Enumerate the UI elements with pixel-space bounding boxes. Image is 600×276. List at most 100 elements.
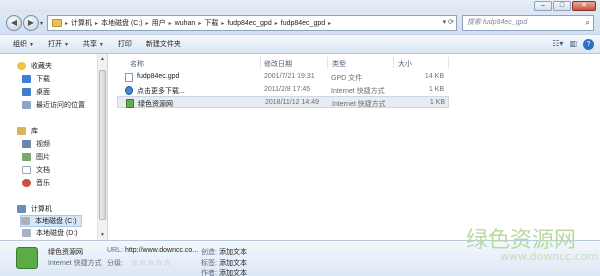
breadcrumb-users[interactable]: 用户 — [152, 18, 166, 28]
table-row[interactable]: 绿色资源网 2018/11/12 14:49 Internet 快捷方式 1 K… — [117, 96, 449, 108]
address-actions: ▾ ⟳ — [443, 18, 454, 26]
drive-icon — [22, 229, 31, 237]
search-input[interactable]: 搜索 fudp84ec_gpd ⌕ — [462, 15, 594, 31]
preview-pane-icon[interactable]: ▥ — [569, 39, 577, 50]
nav-favorites[interactable]: 收藏夹 — [17, 61, 52, 71]
nav-label: 本地磁盘 (D:) — [36, 230, 78, 237]
column-date[interactable]: 修改日期 — [264, 59, 292, 69]
nav-label: 最近访问的位置 — [36, 102, 85, 109]
author-label: 作者: — [201, 270, 217, 276]
column-divider[interactable] — [327, 57, 328, 68]
maximize-button[interactable]: □ — [553, 1, 571, 11]
file-name: fudp84ec.gpd — [137, 73, 180, 80]
rating-label: 分级: — [107, 260, 123, 267]
nav-drive-c[interactable]: 本地磁盘 (C:) — [20, 215, 82, 227]
column-divider[interactable] — [393, 57, 394, 68]
chevron-down-icon: ▼ — [29, 42, 34, 48]
refresh-icon[interactable]: ⟳ — [448, 18, 454, 26]
scrollbar-thumb[interactable] — [99, 70, 106, 220]
print-button[interactable]: 打印 — [118, 39, 132, 49]
picture-icon — [22, 153, 31, 161]
help-icon[interactable]: ? — [583, 39, 594, 50]
arrow-right-icon: ▶ — [27, 18, 35, 27]
column-divider[interactable] — [260, 57, 261, 68]
nav-drive-d[interactable]: 本地磁盘 (D:) — [22, 228, 78, 238]
author-value[interactable]: 添加文本 — [219, 268, 247, 276]
nav-label: 图片 — [36, 154, 50, 161]
minimize-button[interactable]: – — [534, 1, 552, 11]
history-dropdown-icon[interactable]: ▾ — [40, 20, 43, 27]
folder-icon — [52, 19, 62, 27]
nav-downloads[interactable]: 下载 — [22, 74, 50, 84]
downloads-folder-icon — [22, 75, 31, 83]
tags-value[interactable]: 添加文本 — [219, 258, 247, 268]
breadcrumb-drive-c[interactable]: 本地磁盘 (C:) — [101, 18, 143, 28]
address-dropdown-icon[interactable]: ▾ — [443, 18, 447, 26]
file-icon — [125, 73, 133, 82]
file-list: 名称 修改日期 类型 大小 fudp84ec.gpd 2001/7/21 19:… — [108, 54, 600, 240]
new-folder-button[interactable]: 新建文件夹 — [146, 39, 181, 49]
computer-icon — [17, 205, 26, 213]
breadcrumb-user[interactable]: wuhan — [175, 20, 196, 27]
desktop-icon — [22, 88, 31, 96]
navigation-scrollbar[interactable]: ▲ ▼ — [97, 54, 107, 240]
breadcrumb-downloads[interactable]: 下载 — [204, 18, 218, 28]
breadcrumb-folder-1[interactable]: fudp84ec_gpd — [227, 20, 271, 27]
breadcrumb-folder-2[interactable]: fudp84ec_gpd — [281, 20, 325, 27]
table-row[interactable]: 点击更多下载... 2011/2/8 17:45 Internet 快捷方式 1… — [117, 84, 449, 96]
breadcrumb-separator: ▸ — [145, 20, 149, 27]
column-divider[interactable] — [448, 57, 449, 68]
nav-label: 库 — [31, 128, 38, 135]
url-value: http://www.downcc.co... — [125, 247, 199, 254]
address-bar[interactable]: ▸ 计算机 ▸ 本地磁盘 (C:) ▸ 用户 ▸ wuhan ▸ 下载 ▸ fu… — [47, 15, 457, 31]
table-row[interactable]: fudp84ec.gpd 2001/7/21 19:31 GPD 文件 14 K… — [117, 71, 449, 83]
recent-places-icon — [22, 101, 31, 109]
organize-label: 组织 — [13, 41, 27, 48]
music-icon — [22, 179, 31, 187]
file-size: 1 KB — [428, 86, 444, 93]
created-value[interactable]: 添加文本 — [219, 247, 247, 257]
document-icon — [22, 166, 31, 174]
forward-button[interactable]: ▶ — [23, 15, 39, 31]
breadcrumb-separator: ▸ — [65, 20, 69, 27]
view-controls: ☷▾ ▥ ? — [552, 39, 594, 50]
scroll-down-icon[interactable]: ▼ — [98, 232, 107, 238]
close-button[interactable]: ✕ — [572, 1, 596, 11]
rating-stars[interactable]: ☆☆☆☆☆ — [131, 258, 172, 267]
nav-documents[interactable]: 文档 — [22, 165, 50, 175]
search-placeholder: 搜索 fudp84ec_gpd — [467, 19, 528, 26]
arrow-left-icon: ◀ — [10, 18, 18, 27]
nav-music[interactable]: 音乐 — [22, 178, 50, 188]
details-file-type: Internet 快捷方式 — [48, 260, 102, 267]
organize-button[interactable]: 组织 ▼ — [13, 39, 34, 49]
breadcrumb-computer[interactable]: 计算机 — [71, 18, 92, 28]
nav-computer[interactable]: 计算机 — [17, 204, 52, 214]
file-type: GPD 文件 — [331, 75, 363, 82]
nav-desktop[interactable]: 桌面 — [22, 87, 50, 97]
library-icon — [17, 127, 26, 135]
nav-label: 文档 — [36, 167, 50, 174]
nav-label: 视频 — [36, 141, 50, 148]
file-size: 1 KB — [429, 99, 445, 106]
scroll-up-icon[interactable]: ▲ — [98, 56, 107, 62]
column-size[interactable]: 大小 — [398, 59, 412, 69]
navigation-pane: 收藏夹 下载 桌面 最近访问的位置 库 视频 图片 文档 音乐 计算机 本地磁盘… — [0, 54, 108, 240]
view-options-icon[interactable]: ☷▾ — [552, 39, 563, 50]
nav-pictures[interactable]: 图片 — [22, 152, 50, 162]
nav-videos[interactable]: 视频 — [22, 139, 50, 149]
nav-libraries[interactable]: 库 — [17, 126, 38, 136]
details-file-name: 绿色资源网 — [48, 249, 83, 256]
watermark-url: www.downcc.com — [500, 250, 599, 263]
column-type[interactable]: 类型 — [332, 59, 346, 69]
open-button[interactable]: 打开 ▼ — [48, 39, 69, 49]
search-icon[interactable]: ⌕ — [586, 16, 590, 30]
tags-label: 标签: — [201, 260, 217, 267]
file-date: 2011/2/8 17:45 — [264, 86, 311, 93]
star-icon — [17, 62, 26, 70]
drive-icon — [21, 217, 30, 225]
nav-recent-places[interactable]: 最近访问的位置 — [22, 100, 85, 110]
share-button[interactable]: 共享 ▼ — [83, 39, 104, 49]
back-button[interactable]: ◀ — [6, 15, 22, 31]
command-bar: 组织 ▼ 打开 ▼ 共享 ▼ 打印 新建文件夹 ☷▾ ▥ ? — [0, 34, 600, 54]
column-name[interactable]: 名称 — [130, 59, 144, 69]
